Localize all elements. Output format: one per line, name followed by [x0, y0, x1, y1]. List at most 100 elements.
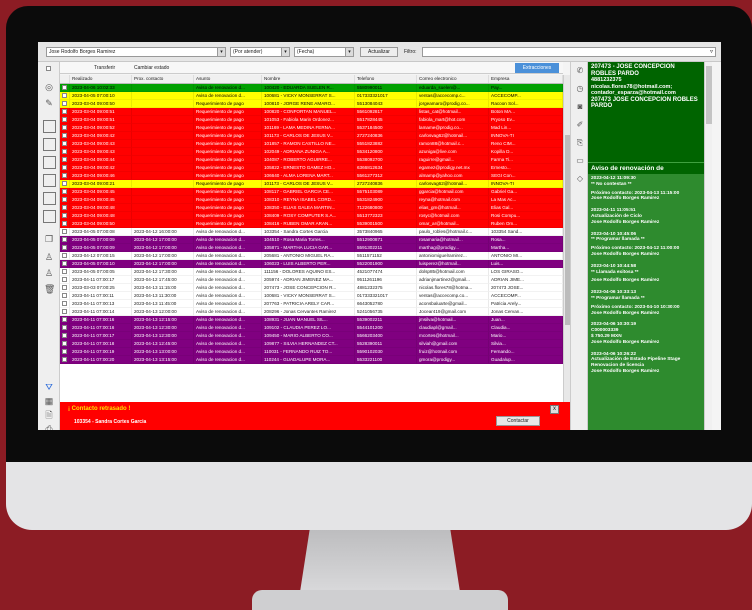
checkbox-box[interactable] [62, 277, 67, 282]
checkbox-box[interactable] [62, 117, 67, 122]
table-row[interactable]: 2023-04-11 07:00:19 2023-04-13 13:00:00 Av… [60, 348, 563, 356]
checkbox-box[interactable] [62, 309, 67, 314]
row-checkbox[interactable] [60, 228, 70, 236]
checkbox-box[interactable] [62, 141, 67, 146]
table-row[interactable]: 2023-03-04 09:00:42 Requerimiento de pago… [60, 132, 563, 140]
table-row[interactable]: 2023-03-04 09:00:44 Requerimiento de pago… [60, 156, 563, 164]
calendar-icon[interactable]: ▦ [44, 396, 54, 406]
checkbox-box[interactable] [62, 253, 67, 258]
row-checkbox[interactable] [60, 164, 70, 172]
checkbox-box[interactable] [62, 341, 67, 346]
table-row[interactable]: 2023-04-05 07:00:09 2023-04-12 17:00:00 Av… [60, 244, 563, 252]
row-checkbox[interactable] [60, 188, 70, 196]
checkbox-box[interactable] [62, 157, 67, 162]
color-filter-red[interactable] [43, 138, 56, 151]
checkbox-box[interactable] [62, 85, 67, 90]
table-row[interactable]: 2023-03-04 09:00:51 Requerimiento de pago… [60, 116, 563, 124]
row-checkbox[interactable] [60, 148, 70, 156]
color-filter-blue[interactable] [43, 174, 56, 187]
row-checkbox[interactable] [60, 252, 70, 260]
checkbox-box[interactable] [62, 133, 67, 138]
checkbox-box[interactable] [62, 221, 67, 226]
row-checkbox[interactable] [60, 84, 70, 92]
table-row[interactable]: 2023-03-04 09:00:51 Requerimiento de pago… [60, 108, 563, 116]
filter-icon[interactable]: ⛛ [44, 382, 54, 392]
row-checkbox[interactable] [60, 212, 70, 220]
table-row[interactable]: 2023-04-11 07:00:17 2023-04-12 17:45:00 Av… [60, 276, 563, 284]
agent-select[interactable]: Jose Rodolfo Borges Ramirez ▾ [46, 47, 226, 57]
filter-input[interactable]: ▿ [422, 47, 716, 57]
checkbox-box[interactable] [62, 325, 67, 330]
update-button[interactable]: Actualizar [360, 47, 398, 57]
table-row[interactable]: 2023-04-05 07:00:08 2023-04-12 16:00:00 Av… [60, 228, 563, 236]
select-all-checkbox[interactable] [44, 64, 54, 74]
checkbox-box[interactable] [62, 93, 67, 98]
row-checkbox[interactable] [60, 220, 70, 228]
table-row[interactable]: 2023-04-11 07:00:16 2023-04-13 12:30:00 Av… [60, 324, 563, 332]
checkbox-box[interactable] [62, 245, 67, 250]
table-row[interactable]: 2023-03-04 09:00:43 Requerimiento de pago… [60, 148, 563, 156]
row-checkbox[interactable] [60, 244, 70, 252]
phone-icon[interactable]: ✆ [575, 66, 585, 76]
clock-icon[interactable]: ◷ [575, 84, 585, 94]
date-select[interactable]: (Fecha) ▾ [294, 47, 354, 57]
table-row[interactable]: 2023-04-11 07:00:17 2023-04-13 12:30:00 Av… [60, 332, 563, 340]
panel-scrollbar-thumb[interactable] [706, 66, 712, 124]
table-row[interactable]: 2023-03-04 09:00:46 Requerimiento de pago… [60, 172, 563, 180]
checkbox-box[interactable] [62, 293, 67, 298]
row-checkbox[interactable] [60, 132, 70, 140]
checkbox-box[interactable] [62, 285, 67, 290]
table-row[interactable]: 2023-04-11 07:00:14 2023-04-13 12:00:00 Av… [60, 308, 563, 316]
checkbox-box[interactable] [62, 205, 67, 210]
close-alert-button[interactable]: x [550, 405, 559, 414]
row-checkbox[interactable] [60, 348, 70, 356]
table-row[interactable]: 2023-03-04 09:00:48 Requerimiento de pago… [60, 204, 563, 212]
filter-clear-icon[interactable]: ▿ [710, 48, 713, 56]
color-filter-yellow[interactable] [43, 210, 56, 223]
table-row[interactable]: 2023-03-04 09:00:42 Requerimiento de pago… [60, 164, 563, 172]
trash-icon[interactable]: 🗑 [44, 284, 55, 294]
row-checkbox[interactable] [60, 284, 70, 292]
checkbox-box[interactable] [62, 237, 67, 242]
column-header[interactable]: Telefono [355, 75, 417, 83]
grid-scrollbar[interactable] [563, 75, 570, 402]
checkbox-box[interactable] [62, 109, 67, 114]
color-filter-green[interactable] [43, 156, 56, 169]
checkbox-box[interactable] [62, 333, 67, 338]
pencil-icon[interactable]: ✎ [44, 98, 54, 108]
row-checkbox[interactable] [60, 116, 70, 124]
row-checkbox[interactable] [60, 340, 70, 348]
column-header[interactable]: Correo electronico [417, 75, 489, 83]
row-checkbox[interactable] [60, 92, 70, 100]
checkbox-box[interactable] [62, 165, 67, 170]
table-row[interactable]: 2023-03-04 09:00:45 Requerimiento de pago… [60, 188, 563, 196]
column-header[interactable]: Nombre [262, 75, 355, 83]
table-row[interactable]: 2023-03-04 09:00:52 Requerimiento de pago… [60, 124, 563, 132]
table-row[interactable]: 2023-03-04 09:00:45 Requerimiento de pago… [60, 196, 563, 204]
row-checkbox[interactable] [60, 100, 70, 108]
archive-icon[interactable]: ▭ [575, 156, 585, 166]
checkbox-box[interactable] [62, 261, 67, 266]
table-row[interactable]: 2023-04-12 07:00:15 2023-04-12 17:00:00 Av… [60, 252, 563, 260]
checkbox-box[interactable] [62, 189, 67, 194]
table-row[interactable]: 2023-04-11 07:00:11 2023-04-13 11:30:00 Av… [60, 292, 563, 300]
extract-button[interactable]: Extracciones [515, 63, 559, 73]
checkbox-box[interactable] [62, 357, 67, 362]
checkbox-box[interactable] [62, 197, 67, 202]
print-icon[interactable]: ⎙ [44, 424, 54, 430]
user-remove-icon[interactable]: ♙ [44, 268, 54, 278]
row-checkbox[interactable] [60, 204, 70, 212]
checkbox-box[interactable] [62, 349, 67, 354]
row-checkbox[interactable] [60, 316, 70, 324]
table-row[interactable]: 2023-04-11 07:00:18 2023-04-13 12:45:00 Av… [60, 340, 563, 348]
checkbox-box[interactable] [62, 213, 67, 218]
table-row[interactable]: 2023-03-04 09:00:43 Requerimiento de pago… [60, 140, 563, 148]
target-icon[interactable]: ◎ [44, 82, 54, 92]
row-checkbox[interactable] [60, 260, 70, 268]
table-row[interactable]: 2023-03-03 07:00:25 2023-04-13 11:15:00 Av… [60, 284, 563, 292]
change-status-button[interactable]: Cambiar estado [134, 64, 169, 72]
copy-icon[interactable]: ❐ [44, 234, 54, 244]
table-row[interactable]: 2023-03-04 09:00:48 Requerimiento de pago… [60, 212, 563, 220]
color-filter-white[interactable] [43, 120, 56, 133]
row-checkbox[interactable] [60, 156, 70, 164]
